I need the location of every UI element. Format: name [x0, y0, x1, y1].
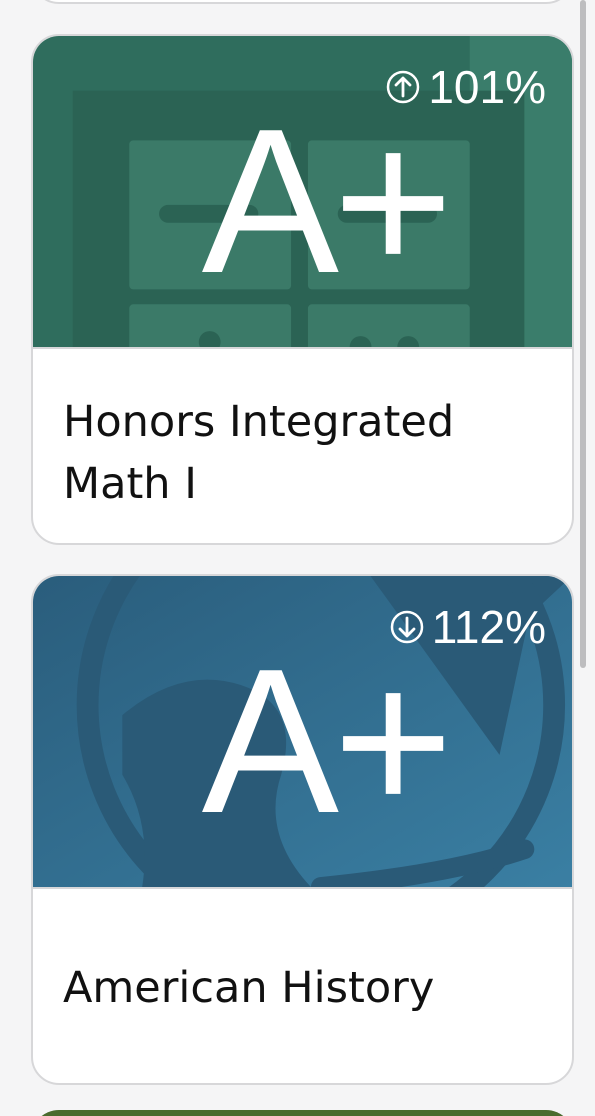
course-card[interactable]: A+ 101% Honors Integrated Math I	[31, 34, 574, 545]
course-name: American History	[63, 963, 435, 1013]
course-banner: A+ 112%	[33, 576, 572, 889]
course-card[interactable]: A+ 112% American History	[31, 574, 574, 1085]
arrow-up-circle-icon	[386, 70, 420, 104]
course-banner: A+ 101%	[33, 36, 572, 349]
arrow-down-circle-icon	[390, 610, 424, 644]
course-grid: A+ 101% Honors Integrated Math I A+ 112%…	[0, 0, 595, 1116]
course-name: Honors Integrated Math I	[63, 397, 455, 509]
grade-percentage: 112%	[390, 602, 546, 652]
letter-grade: A+	[201, 626, 454, 856]
course-card-partial-bottom[interactable]	[31, 1110, 574, 1116]
scrollbar[interactable]	[580, 0, 586, 668]
percentage-value: 101%	[428, 61, 546, 113]
grade-percentage: 101%	[386, 62, 546, 112]
letter-grade: A+	[201, 86, 454, 316]
course-card-partial-top[interactable]	[31, 0, 574, 4]
percentage-value: 112%	[431, 601, 546, 653]
